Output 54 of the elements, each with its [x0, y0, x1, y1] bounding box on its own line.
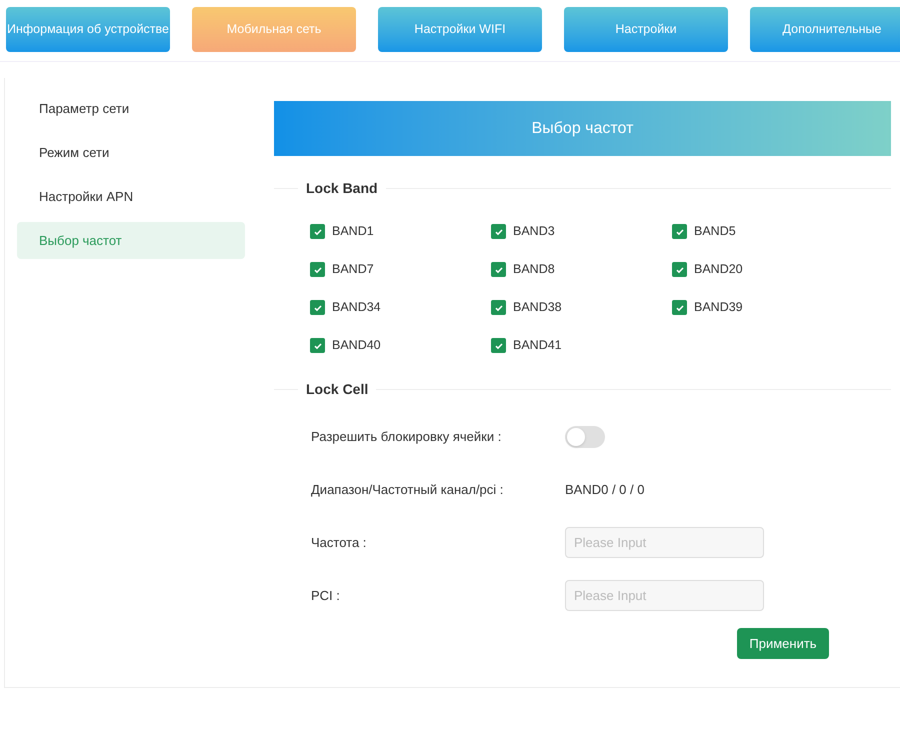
field-label: PCI : [311, 586, 341, 605]
checkbox[interactable] [310, 262, 325, 277]
band-label: BAND38 [513, 299, 562, 316]
band-label: BAND7 [332, 261, 374, 278]
section-title: Lock Cell [305, 380, 370, 399]
check-icon [312, 226, 322, 236]
checkbox[interactable] [310, 338, 325, 353]
band-label: BAND5 [694, 223, 736, 240]
checkbox[interactable] [310, 224, 325, 239]
check-icon [494, 340, 504, 350]
sidebar-item[interactable]: Выбор частот [17, 222, 245, 259]
checkbox[interactable] [491, 262, 506, 277]
checkbox[interactable] [491, 338, 506, 353]
check-icon [312, 264, 322, 274]
check-icon [674, 264, 684, 274]
section-title: Lock Band [305, 179, 379, 198]
checkbox[interactable] [491, 224, 506, 239]
checkbox[interactable] [672, 300, 687, 315]
band-label: BAND34 [332, 299, 381, 316]
checkbox[interactable] [672, 224, 687, 239]
band-label: BAND41 [513, 337, 562, 354]
sidebar-item[interactable]: Настройки APN [17, 178, 245, 215]
field-label: Диапазон/Частотный канал/pci : [311, 480, 504, 499]
nav-tab[interactable]: Дополнительные [750, 7, 900, 52]
band-label: BAND20 [694, 261, 743, 278]
field-value: BAND0 / 0 / 0 [565, 480, 644, 499]
nav-tab[interactable]: Мобильная сеть [192, 7, 356, 52]
toggle-switch[interactable] [565, 426, 605, 448]
nav-tab[interactable]: Настройки [564, 7, 728, 52]
band-label: BAND8 [513, 261, 555, 278]
check-icon [674, 302, 684, 312]
nav-tab[interactable]: Настройки WIFI [378, 7, 542, 52]
check-icon [312, 340, 322, 350]
field-label: Частота : [311, 534, 368, 552]
page-header: Выбор частот [274, 101, 891, 156]
input-field[interactable]: Please Input [565, 580, 764, 611]
band-label: BAND3 [513, 223, 555, 240]
sidebar-item[interactable]: Режим сети [17, 134, 245, 171]
check-icon [494, 226, 504, 236]
check-icon [494, 264, 504, 274]
check-icon [312, 302, 322, 312]
nav-tab[interactable]: Информация об устройстве [6, 7, 170, 52]
band-label: BAND39 [694, 299, 743, 316]
band-label: BAND40 [332, 337, 381, 354]
check-icon [494, 302, 504, 312]
sidebar-item[interactable]: Параметр сети [17, 90, 245, 127]
input-field[interactable]: Please Input [565, 527, 764, 558]
band-label: BAND1 [332, 223, 374, 240]
check-icon [674, 226, 684, 236]
checkbox[interactable] [310, 300, 325, 315]
checkbox[interactable] [672, 262, 687, 277]
apply-button[interactable]: Применить [737, 628, 829, 659]
checkbox[interactable] [491, 300, 506, 315]
field-label: Разрешить блокировку ячейки : [311, 428, 502, 446]
